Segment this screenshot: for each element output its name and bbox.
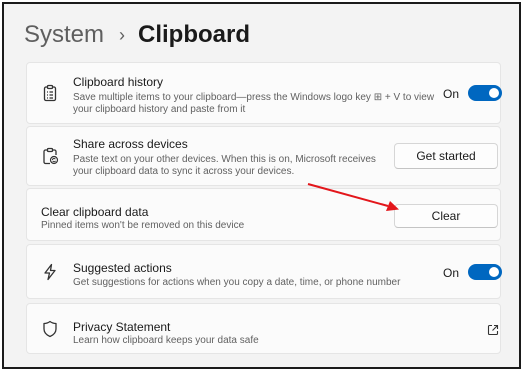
shield-icon	[41, 320, 59, 338]
settings-window: System › Clipboard Clipboard history Sav…	[2, 2, 521, 369]
lightning-icon	[41, 263, 59, 281]
annotation-arrow-icon	[307, 183, 399, 211]
privacy-statement-title: Privacy Statement	[73, 320, 171, 334]
share-across-devices-desc-line2: your clipboard data to sync it across yo…	[73, 166, 295, 177]
privacy-statement-card[interactable]: Privacy Statement Learn how clipboard ke…	[26, 303, 501, 354]
clear-clipboard-card: Clear clipboard data Pinned items won't …	[26, 188, 501, 241]
breadcrumb: System › Clipboard	[24, 18, 250, 52]
clipboard-history-toggle[interactable]	[468, 85, 502, 101]
share-across-devices-title: Share across devices	[73, 137, 188, 151]
clipboard-list-icon	[41, 84, 59, 102]
suggested-actions-toggle[interactable]	[468, 264, 502, 280]
external-link-icon[interactable]	[487, 324, 499, 336]
suggested-actions-title: Suggested actions	[73, 261, 172, 275]
privacy-statement-desc: Learn how clipboard keeps your data safe	[73, 335, 259, 346]
clipboard-history-desc-line2: your clipboard history and paste from it	[73, 104, 246, 115]
suggested-actions-toggle-label: On	[443, 266, 460, 280]
share-across-devices-card: Share across devices Paste text on your …	[26, 126, 501, 186]
suggested-actions-card: Suggested actions Get suggestions for ac…	[26, 244, 502, 299]
clipboard-sync-icon	[41, 147, 59, 165]
breadcrumb-system-link[interactable]: System	[24, 21, 104, 49]
clear-clipboard-desc: Pinned items won't be removed on this de…	[41, 220, 245, 231]
clear-clipboard-title: Clear clipboard data	[41, 205, 149, 219]
toggle-knob	[489, 88, 499, 98]
suggested-actions-desc: Get suggestions for actions when you cop…	[73, 277, 401, 288]
clipboard-history-desc-line1: Save multiple items to your clipboard—pr…	[73, 92, 435, 103]
clipboard-history-card: Clipboard history Save multiple items to…	[26, 62, 502, 124]
page-title: Clipboard	[138, 21, 251, 48]
toggle-knob	[489, 267, 499, 277]
get-started-button[interactable]: Get started	[394, 143, 498, 169]
share-across-devices-desc-line1: Paste text on your other devices. When t…	[73, 154, 376, 165]
breadcrumb-chevron-icon: ›	[119, 24, 126, 45]
clipboard-history-title: Clipboard history	[73, 75, 164, 89]
clipboard-history-toggle-label: On	[443, 87, 460, 101]
